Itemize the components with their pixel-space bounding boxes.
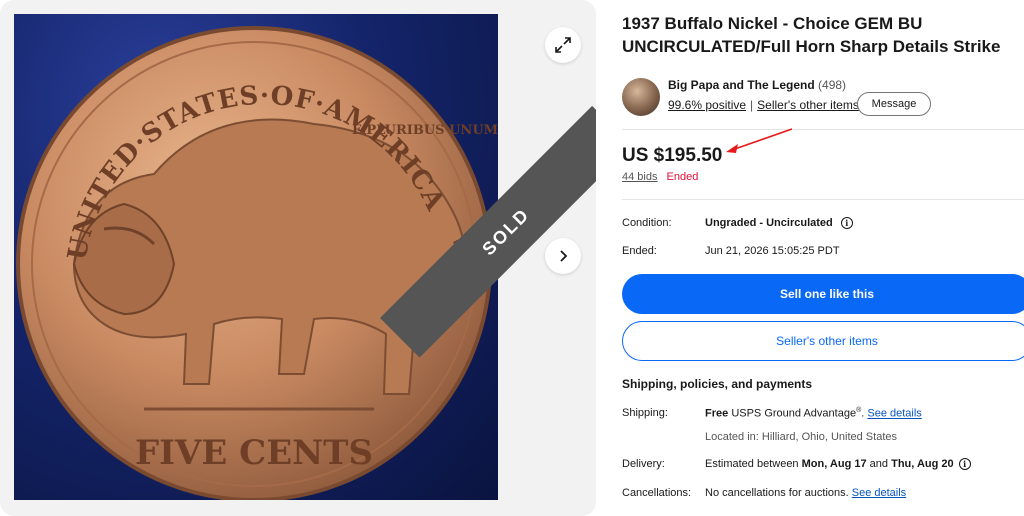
shipping-section-title: Shipping, policies, and payments bbox=[622, 377, 813, 391]
status-badge: Ended bbox=[666, 171, 699, 183]
delivery-and: and bbox=[869, 458, 889, 470]
coin-denomination: FIVE CENTS bbox=[135, 433, 373, 473]
shipping-dot: . bbox=[861, 407, 865, 420]
coin-motto: E PLURIBUS UNUM bbox=[352, 123, 498, 138]
condition-label: Condition: bbox=[622, 217, 672, 229]
info-icon[interactable]: i bbox=[840, 217, 853, 229]
ended-value: Jun 21, 2026 15:05:25 PDT bbox=[705, 245, 840, 257]
expand-icon bbox=[555, 37, 571, 53]
ended-label: Ended: bbox=[622, 245, 657, 257]
condition-value-wrap: Ungraded - Uncirculated i bbox=[705, 217, 853, 229]
bids-link[interactable]: 44 bids bbox=[622, 171, 657, 183]
delivery-label: Delivery: bbox=[622, 458, 665, 470]
bids-row: 44 bids Ended bbox=[622, 171, 698, 183]
shipping-label: Shipping: bbox=[622, 407, 668, 419]
info-icon[interactable]: i bbox=[958, 458, 971, 470]
coin-photo[interactable]: UNITED·STATES·OF·AMERICA E PLURIBUS UNUM… bbox=[14, 14, 498, 500]
listing-info-panel: 1937 Buffalo Nickel - Choice GEM BU UNCI… bbox=[622, 0, 1024, 516]
listing-page: UNITED·STATES·OF·AMERICA E PLURIBUS UNUM… bbox=[0, 0, 1024, 516]
condition-value: Ungraded - Uncirculated bbox=[705, 217, 833, 229]
shipping-free: Free bbox=[705, 407, 729, 420]
delivery-value: Estimated between Mon, Aug 17 and Thu, A… bbox=[705, 458, 971, 470]
next-image-button[interactable] bbox=[545, 238, 581, 274]
delivery-start: Mon, Aug 17 bbox=[801, 458, 867, 470]
cancellations-value: No cancellations for auctions. See detai… bbox=[705, 487, 906, 499]
sell-one-like-this-button[interactable]: Sell one like this bbox=[622, 274, 1024, 314]
coin-image: UNITED·STATES·OF·AMERICA E PLURIBUS UNUM… bbox=[16, 26, 498, 500]
annotation-arrow bbox=[726, 128, 793, 153]
delivery-end: Thu, Aug 20 bbox=[891, 458, 954, 470]
shipping-see-details-link[interactable]: See details bbox=[867, 408, 921, 420]
cancellations-label: Cancellations: bbox=[622, 487, 692, 499]
chevron-right-icon bbox=[560, 250, 568, 262]
cancellations-see-details-link[interactable]: See details bbox=[852, 487, 906, 499]
expand-image-button[interactable] bbox=[545, 27, 581, 63]
shipping-method: USPS Ground Advantage bbox=[731, 407, 857, 420]
shipping-value: Free USPS Ground Advantage®. See details bbox=[705, 407, 922, 420]
image-gallery: UNITED·STATES·OF·AMERICA E PLURIBUS UNUM… bbox=[0, 0, 596, 516]
cancellations-text: No cancellations for auctions. bbox=[705, 487, 849, 499]
delivery-prefix: Estimated between bbox=[705, 458, 799, 470]
divider bbox=[622, 199, 1024, 200]
item-location: Located in: Hilliard, Ohio, United State… bbox=[705, 431, 897, 443]
sellers-other-items-button[interactable]: Seller's other items bbox=[622, 321, 1024, 361]
